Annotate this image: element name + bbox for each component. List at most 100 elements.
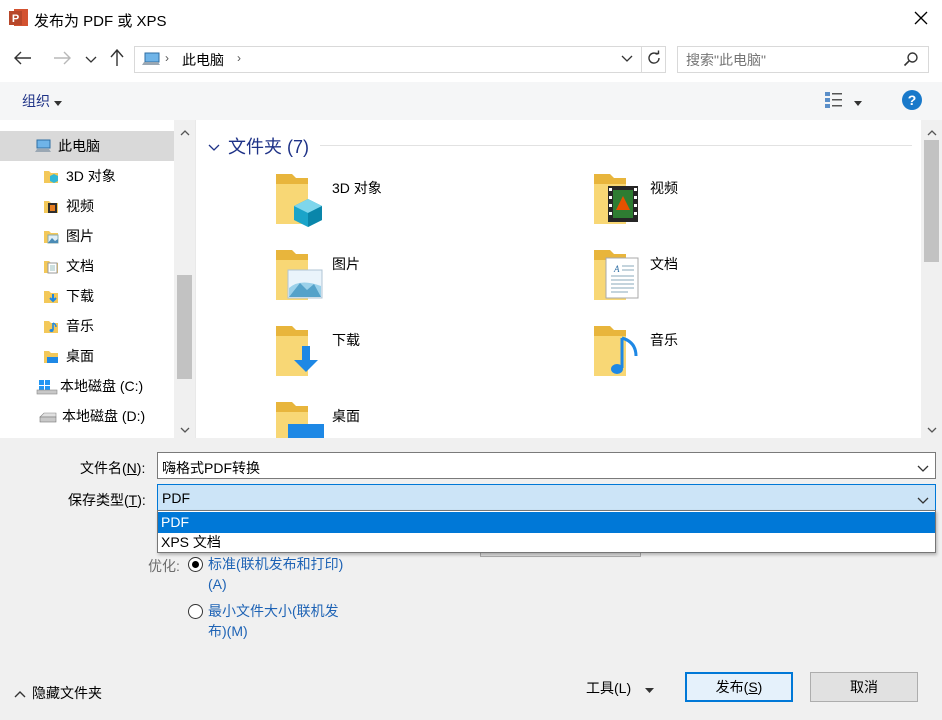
up-button[interactable] — [106, 48, 128, 70]
arrow-left-icon — [14, 51, 32, 68]
radio-minimum-size-label[interactable]: 最小文件大小(联机发 布)(M) — [208, 601, 339, 641]
svg-text:A: A — [613, 264, 620, 274]
arrow-right-icon — [53, 51, 71, 68]
refresh-button[interactable] — [641, 46, 666, 73]
sidebar-item-documents[interactable]: 文档 — [0, 251, 174, 281]
caret-down-icon — [54, 93, 62, 109]
search-icon[interactable] — [903, 51, 919, 67]
sidebar-item-downloads[interactable]: 下载 — [0, 281, 174, 311]
folder-desktop[interactable]: 桌面 — [274, 400, 574, 438]
refresh-icon — [646, 50, 662, 69]
sidebar-scrollbar-thumb[interactable] — [177, 275, 192, 379]
pictures-icon — [42, 227, 60, 245]
filetype-select[interactable]: PDF — [157, 484, 936, 511]
pictures-folder-icon — [276, 250, 323, 300]
sidebar-item-label: 此电脑 — [58, 138, 100, 154]
sidebar-item-pc[interactable]: 此电脑 — [0, 131, 174, 161]
group-title: 文件夹 (7) — [228, 137, 309, 157]
command-bar — [0, 82, 942, 120]
folder-label: 3D 对象 — [332, 180, 382, 196]
folder-downloads[interactable]: 下载 — [274, 324, 574, 394]
sidebar-item-music[interactable]: 音乐 — [0, 311, 174, 341]
documents-icon — [42, 257, 60, 275]
search-input[interactable] — [686, 51, 886, 69]
radio-minimum-size[interactable] — [188, 604, 203, 619]
folder-music[interactable]: 音乐 — [592, 324, 892, 394]
folder-label: 音乐 — [650, 332, 678, 348]
cancel-button[interactable]: 取消 — [810, 672, 918, 702]
sidebar-item-label: 本地磁盘 (D:) — [62, 408, 146, 424]
breadcrumb-separator[interactable]: › — [237, 51, 241, 65]
organize-button[interactable]: 组织 — [16, 90, 68, 112]
publish-button[interactable]: 发布(S) — [685, 672, 793, 702]
folder-view-scrollbar-thumb[interactable] — [924, 140, 939, 262]
folder-label: 文档 — [650, 256, 678, 272]
chevron-up-icon — [180, 123, 190, 139]
sidebar-item-label: 3D 对象 — [66, 168, 116, 184]
recent-locations-button[interactable] — [82, 48, 100, 70]
folder-videos[interactable]: 视频 — [592, 172, 892, 242]
help-button[interactable]: ? — [902, 90, 922, 110]
downloads-icon — [42, 287, 60, 305]
sidebar-item-drive-c[interactable]: 本地磁盘 (C:) — [0, 371, 174, 401]
back-button[interactable] — [12, 48, 34, 70]
scroll-up-button[interactable] — [924, 124, 939, 138]
tools-button[interactable]: 工具(L) — [586, 673, 655, 703]
scroll-down-button[interactable] — [177, 421, 192, 435]
pc-icon — [34, 137, 52, 155]
chevron-down-icon[interactable] — [917, 460, 929, 476]
sidebar-item-3d-objects[interactable]: 3D 对象 — [0, 161, 174, 191]
close-icon — [914, 11, 928, 28]
sidebar-item-label: 下载 — [66, 288, 94, 304]
folder-label: 图片 — [332, 256, 360, 272]
sidebar-item-label: 本地磁盘 (C:) — [60, 378, 144, 394]
filename-value[interactable]: 嗨格式PDF转换 — [162, 458, 260, 478]
scroll-up-button[interactable] — [177, 124, 192, 138]
video-icon — [42, 197, 60, 215]
sidebar-item-label: 视频 — [66, 198, 94, 214]
window-title: 发布为 PDF 或 XPS — [34, 13, 167, 30]
filetype-label: 保存类型(T): — [68, 492, 146, 508]
filename-field[interactable]: 嗨格式PDF转换 — [157, 452, 936, 479]
sidebar-item-videos[interactable]: 视频 — [0, 191, 174, 221]
chevron-down-icon — [180, 420, 190, 436]
drive-icon — [38, 407, 57, 425]
close-button[interactable] — [900, 0, 942, 38]
tools-label: 工具(L) — [586, 680, 632, 696]
radio-dot — [192, 561, 199, 568]
sidebar-item-label: 图片 — [66, 228, 94, 244]
desktop-icon — [42, 347, 60, 365]
group-header[interactable]: 文件夹 (7) — [208, 133, 309, 159]
filename-label: 文件名(N): — [80, 460, 146, 476]
breadcrumb-pc[interactable]: 此电脑 — [182, 50, 224, 70]
pc-icon — [141, 51, 161, 67]
folder-label: 桌面 — [332, 408, 360, 424]
forward-button[interactable] — [51, 48, 73, 70]
radio-standard-label[interactable]: 标准(联机发布和打印) (A) — [208, 554, 343, 594]
chevron-down-icon — [208, 136, 220, 157]
optimize-label: 优化: — [148, 558, 180, 574]
radio-standard[interactable] — [188, 557, 203, 572]
sidebar-item-drive-d[interactable]: 本地磁盘 (D:) — [0, 401, 174, 431]
filetype-dropdown-list: PDF XPS 文档 — [157, 510, 936, 553]
breadcrumb-separator[interactable]: › — [165, 51, 169, 65]
hide-folders-button[interactable]: 隐藏文件夹 — [14, 683, 102, 703]
arrow-up-icon — [110, 48, 124, 70]
music-icon — [42, 317, 60, 335]
chevron-down-icon — [917, 492, 929, 508]
sidebar-item-desktop[interactable]: 桌面 — [0, 341, 174, 371]
folder-pictures[interactable]: 图片 — [274, 248, 574, 318]
view-options-button[interactable] — [824, 89, 870, 113]
scroll-down-button[interactable] — [924, 421, 939, 435]
folder-label: 视频 — [650, 180, 678, 196]
filetype-option-pdf[interactable]: PDF — [158, 512, 935, 533]
folder-documents[interactable]: A 文档 — [592, 248, 892, 318]
filetype-option-xps[interactable]: XPS 文档 — [158, 532, 935, 553]
chevron-up-icon — [14, 685, 26, 701]
sidebar-item-pictures[interactable]: 图片 — [0, 221, 174, 251]
filetype-value: PDF — [162, 490, 190, 506]
address-dropdown-button[interactable] — [620, 51, 636, 67]
folder-3d-objects[interactable]: 3D 对象 — [274, 172, 574, 242]
chevron-down-icon — [620, 52, 634, 68]
music-folder-icon — [594, 326, 638, 376]
